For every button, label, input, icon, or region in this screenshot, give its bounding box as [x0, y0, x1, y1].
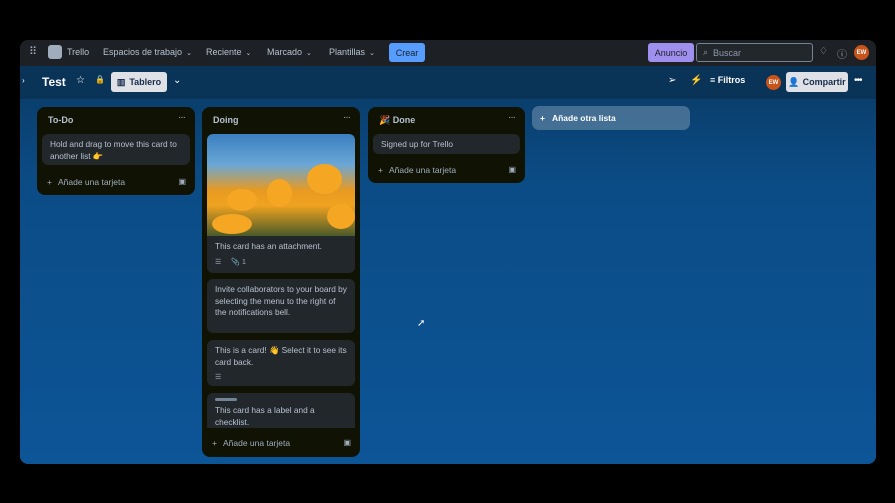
card[interactable]: This is a card! 👋 Select it to see its c…	[207, 340, 355, 386]
chevron-down-icon: ⌄	[186, 50, 192, 57]
add-card-button[interactable]: + Añade una tarjeta	[378, 165, 456, 175]
card-title: This is a card! 👋 Select it to see its c…	[215, 345, 347, 367]
attachment-cover-image	[207, 134, 355, 236]
card[interactable]: This card has a label and a checklist.	[207, 393, 355, 428]
list-done: 🎉 Done ··· Signed up for Trello + Añade u…	[368, 107, 525, 183]
search-icon: ⌕	[703, 47, 709, 57]
more-menu-icon[interactable]: •••	[854, 75, 862, 86]
list-menu-icon[interactable]: ···	[343, 112, 351, 123]
filters-label: Filtros	[717, 75, 746, 85]
search-input[interactable]: ⌕ Buscar	[696, 43, 813, 62]
chevron-down-icon: ⌄	[306, 50, 312, 57]
top-nav-bar: ⠿ Trello Espacios de trabajo ⌄ Reciente ⌄ …	[20, 40, 876, 66]
share-label: Compartir	[802, 77, 846, 87]
nav-label: Marcado	[267, 47, 303, 57]
card-label	[215, 398, 237, 401]
card-title: This card has an attachment.	[215, 241, 322, 251]
nav-label: Plantillas	[329, 47, 366, 57]
add-card-button[interactable]: + Añade una tarjeta	[47, 177, 125, 187]
view-label: Tablero	[129, 77, 162, 87]
card-title: This card has a label and a checklist.	[215, 405, 315, 427]
user-icon: 👤	[788, 76, 800, 87]
card[interactable]: Hold and drag to move this card to anoth…	[42, 134, 190, 165]
card-template-icon[interactable]: ▣	[178, 177, 186, 186]
help-icon[interactable]: ⓘ	[837, 46, 847, 61]
attachment-badge: 📎 1	[231, 258, 246, 266]
app-switcher-icon[interactable]: ⠿	[29, 45, 37, 58]
board-view-button[interactable]: ▥ Tablero	[111, 72, 167, 92]
board-title[interactable]: Test	[42, 75, 66, 89]
trello-window: ⠿ Trello Espacios de trabajo ⌄ Reciente ⌄ …	[20, 40, 876, 464]
plus-icon: +	[540, 113, 545, 123]
visibility-lock-icon[interactable]: 🔒	[95, 75, 105, 84]
chevron-down-icon: ⌄	[245, 50, 252, 57]
filters-button[interactable]: ≡ Filtros	[710, 75, 745, 85]
add-card-label: Añade una tarjeta	[222, 438, 291, 448]
list-title[interactable]: Doing	[213, 115, 239, 125]
nav-label: Reciente	[206, 47, 242, 57]
board-icon: ▥	[116, 76, 126, 87]
board-canvas: › Test ☆ 🔒 ▥ Tablero ⌄ ➢ ⚡ ≡ Filtros EW 👤…	[20, 66, 876, 464]
chevron-down-icon[interactable]: ⌄	[173, 75, 181, 86]
filter-icon: ≡	[710, 75, 718, 85]
plus-icon: +	[47, 177, 52, 187]
board-header: › Test ☆ 🔒 ▥ Tablero ⌄ ➢ ⚡ ≡ Filtros EW 👤…	[20, 66, 876, 99]
share-button[interactable]: 👤 Compartir	[786, 72, 848, 92]
card-with-attachment[interactable]: This card has an attachment. ☰ 📎 1	[207, 134, 355, 273]
nav-label: Espacios de trabajo	[103, 47, 183, 57]
list-doing: Doing ··· This card has an attachment. ☰…	[202, 107, 360, 457]
add-card-label: Añade una tarjeta	[388, 165, 457, 175]
plus-icon: +	[378, 165, 383, 175]
attachment-count: 1	[241, 258, 246, 266]
card[interactable]: Invite collaborators to your board by se…	[207, 279, 355, 333]
nav-templates[interactable]: Plantillas ⌄	[329, 47, 375, 57]
automation-icon[interactable]: ⚡	[690, 75, 702, 86]
list-todo: To-Do ··· Hold and drag to move this car…	[37, 107, 195, 195]
notifications-icon[interactable]: ♢	[819, 46, 828, 57]
star-icon[interactable]: ☆	[76, 75, 85, 86]
search-placeholder: Buscar	[713, 47, 742, 58]
trello-logo-icon[interactable]	[48, 45, 62, 59]
nav-starred[interactable]: Marcado ⌄	[267, 47, 312, 57]
plus-icon: +	[212, 438, 217, 448]
app-name[interactable]: Trello	[67, 47, 89, 57]
list-title[interactable]: 🎉 Done	[379, 115, 415, 126]
card-template-icon[interactable]: ▣	[508, 165, 516, 174]
sidebar-expand-icon[interactable]: ›	[22, 76, 25, 85]
nav-workspaces[interactable]: Espacios de trabajo ⌄	[103, 47, 192, 57]
description-icon: ☰	[215, 374, 222, 381]
card-template-icon[interactable]: ▣	[343, 438, 351, 447]
add-list-label: Añade otra lista	[551, 113, 616, 123]
power-ups-icon[interactable]: ➢	[668, 75, 676, 86]
chevron-down-icon: ⌄	[369, 50, 375, 57]
create-button[interactable]: Crear	[389, 43, 425, 62]
user-avatar[interactable]: EW	[854, 45, 869, 60]
add-card-label: Añade una tarjeta	[57, 177, 126, 187]
nav-recent[interactable]: Reciente ⌄	[206, 47, 251, 57]
list-title[interactable]: To-Do	[48, 115, 73, 125]
add-card-button[interactable]: + Añade una tarjeta	[212, 438, 290, 448]
add-list-button[interactable]: + Añade otra lista	[532, 106, 690, 130]
announcement-button[interactable]: Anuncio	[648, 43, 694, 62]
mouse-cursor-icon: ➚	[417, 318, 426, 329]
card[interactable]: Signed up for Trello	[373, 134, 520, 154]
list-menu-icon[interactable]: ···	[178, 112, 186, 123]
list-menu-icon[interactable]: ···	[508, 112, 516, 123]
member-avatar[interactable]: EW	[766, 75, 781, 90]
description-icon: ☰	[215, 258, 222, 266]
